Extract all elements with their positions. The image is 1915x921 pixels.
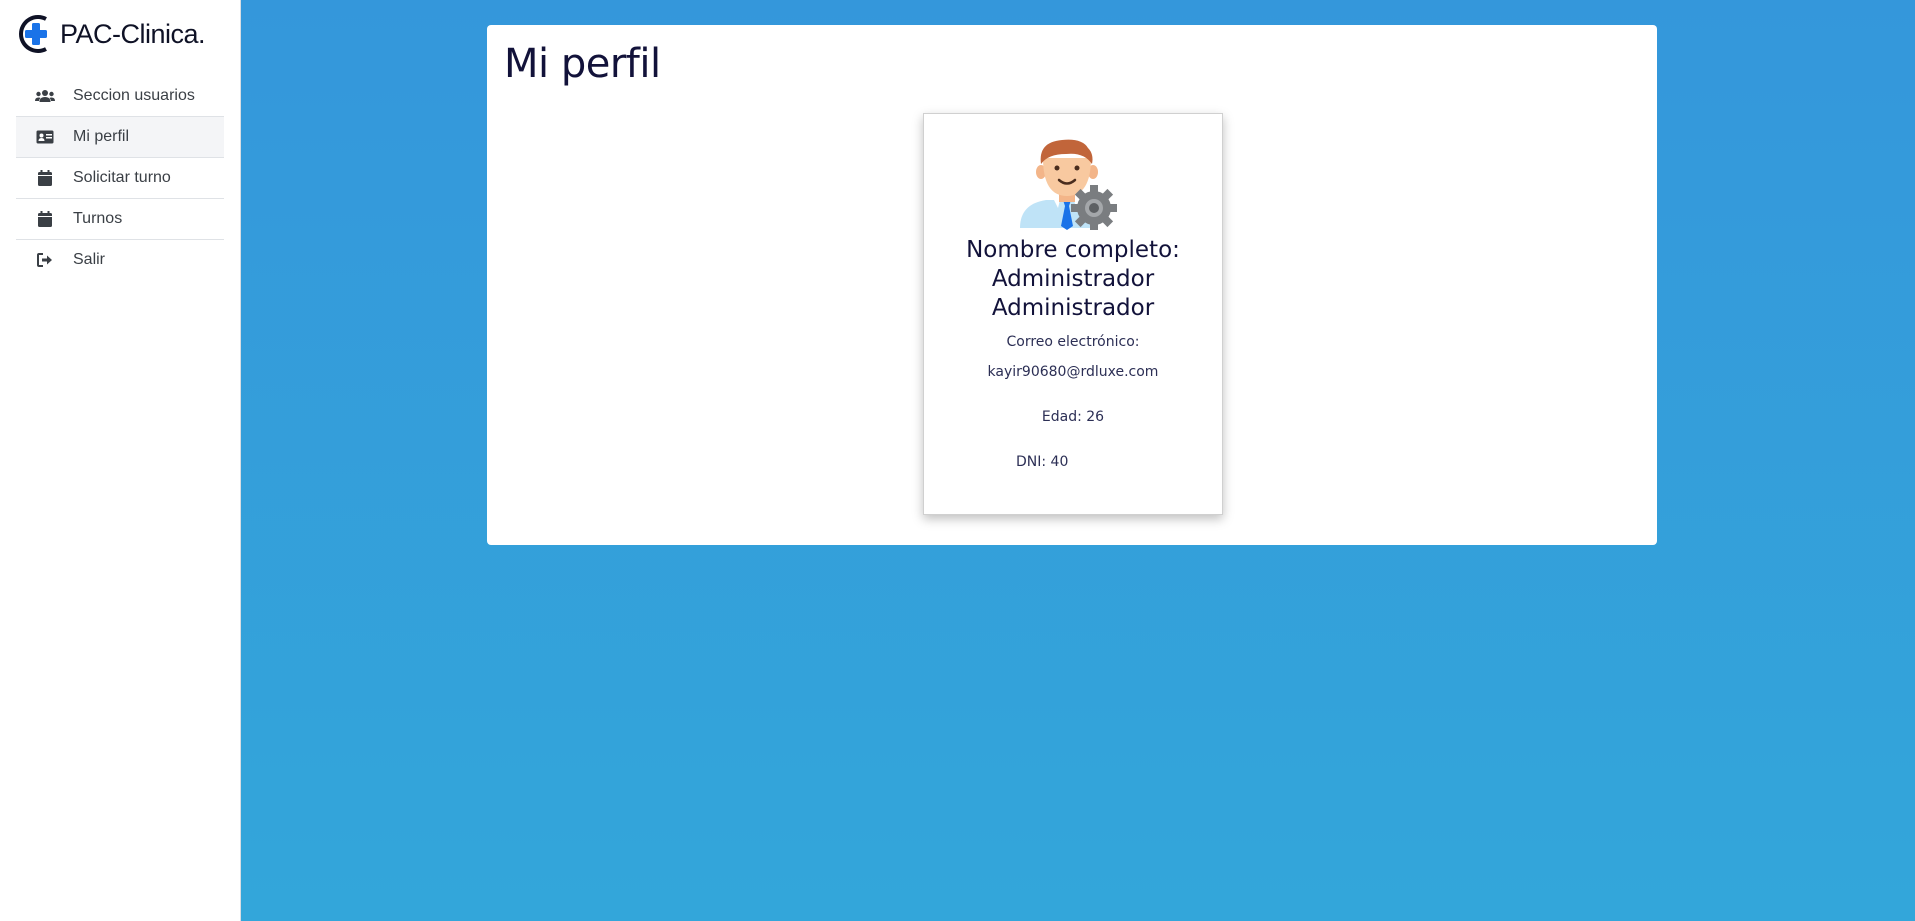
sidebar-item-mi-perfil[interactable]: Mi perfil — [16, 117, 224, 158]
calendar-icon — [35, 211, 55, 227]
main-panel: Mi perfil Nombre completo: Administrador… — [487, 25, 1657, 545]
admin-avatar-icon — [1018, 134, 1118, 231]
calendar-icon — [35, 170, 55, 186]
sidebar-item-label: Salir — [73, 251, 106, 268]
full-name-label: Nombre completo: — [966, 237, 1180, 263]
first-name: Administrador — [991, 266, 1155, 292]
age-value: Edad: 26 — [1041, 409, 1105, 425]
last-name: Administrador — [991, 295, 1155, 321]
page-title: Mi perfil — [504, 41, 661, 87]
clinic-cross-logo-icon — [16, 13, 54, 55]
email-label: Correo electrónico: — [1006, 334, 1140, 350]
sidebar-item-salir[interactable]: Salir — [16, 240, 224, 280]
sidebar-item-turnos[interactable]: Turnos — [16, 199, 224, 240]
sidebar-item-seccion-usuarios[interactable]: Seccion usuarios — [16, 76, 224, 117]
logo[interactable]: PAC-Clinica. — [16, 12, 206, 56]
dni-value: DNI: 40 — [1016, 454, 1069, 470]
logo-text: PAC-Clinica. — [60, 18, 206, 49]
app-window: PAC-Clinica. Seccion usuarios Mi perfil … — [0, 0, 1915, 921]
sidebar-item-label: Mi perfil — [73, 128, 130, 145]
sidebar-item-label: Turnos — [73, 210, 123, 227]
sign-out-icon — [35, 252, 55, 268]
id-card-icon — [35, 129, 55, 145]
email-value: kayir90680@rdluxe.com — [987, 364, 1159, 380]
sidebar-item-solicitar-turno[interactable]: Solicitar turno — [16, 158, 224, 199]
profile-card: Nombre completo: Administrador Administr… — [923, 113, 1223, 515]
users-icon — [35, 88, 55, 104]
page-scrollbar[interactable] — [1909, 60, 1915, 140]
sidebar-item-label: Solicitar turno — [73, 169, 171, 186]
profile-full-name: Nombre completo: Administrador Administr… — [924, 236, 1222, 323]
sidebar: PAC-Clinica. Seccion usuarios Mi perfil … — [0, 0, 241, 921]
sidebar-item-label: Seccion usuarios — [73, 87, 195, 104]
sidebar-nav: Seccion usuarios Mi perfil Solicitar tur… — [16, 76, 224, 280]
